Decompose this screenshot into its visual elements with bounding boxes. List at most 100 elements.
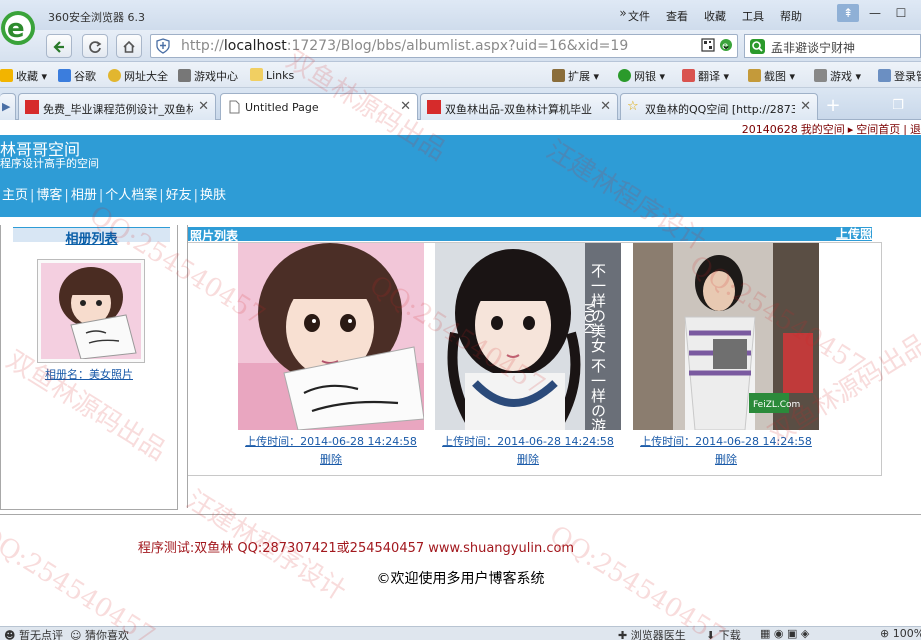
search-engine-icon[interactable] (750, 39, 765, 54)
photo-1-meta: 上传时间：2014-06-28 14:24:58 删除 (238, 433, 424, 467)
status-doctor[interactable]: ✚ 浏览器医生 (618, 627, 686, 640)
page-icon (229, 100, 240, 114)
back-button[interactable] (46, 34, 72, 58)
album-list-header[interactable]: 相册列表 (13, 227, 170, 247)
nav-friends[interactable]: 好友 (164, 188, 194, 203)
photo-3-meta: 上传时间：2014-06-28 14:24:58 删除 (633, 433, 819, 467)
status-recommend[interactable]: ☺ 猜你喜欢 (70, 627, 129, 640)
photo-2[interactable]: 不一样の美女 不一样の游戏 MOKI (435, 243, 621, 430)
home-button[interactable] (116, 34, 142, 58)
tab-scroll-left[interactable]: ▶ (0, 93, 16, 120)
tab-bar: ▶ 免费_毕业课程范例设计_双鱼林 ✕ Untitled Page ✕ 双鱼林出… (0, 88, 921, 120)
nav-album[interactable]: 相册 (69, 188, 99, 203)
site-favicon-icon (427, 100, 441, 114)
chevron-right-icon[interactable]: » (612, 4, 634, 22)
album-name-link[interactable]: 相册名：美女照片 (19, 366, 159, 382)
photo-overlay-text: 不一样の美女 不一样の游戏 (589, 263, 607, 430)
footer-divider (0, 514, 921, 515)
site-subtitle: 程序设计高手的空间 (0, 157, 99, 170)
delete-link[interactable]: 删除 (238, 451, 424, 467)
photo-2-meta: 上传时间：2014-06-28 14:24:58 删除 (435, 433, 621, 467)
qrcode-icon[interactable] (701, 38, 715, 52)
refresh-button[interactable] (82, 34, 108, 58)
tool-extensions[interactable]: 扩展 ▾ (552, 68, 599, 84)
menu-help[interactable]: 帮助 (780, 8, 802, 24)
site-favicon-icon (25, 100, 39, 114)
browser-titlebar: 360安全浏览器 6.3 文件 查看 收藏 工具 帮助 » ⇞ — ☐ (0, 0, 921, 30)
fav-google[interactable]: 谷歌 (58, 68, 96, 84)
upload-photo-link[interactable]: 上传照 (836, 225, 872, 242)
footer-welcome: ©欢迎使用多用户博客系统 (376, 571, 545, 587)
fav-links[interactable]: Links (250, 68, 294, 82)
bank-icon (618, 69, 631, 82)
tab-2-active[interactable]: Untitled Page ✕ (220, 93, 418, 120)
minimize-button[interactable]: — (864, 4, 886, 22)
browser-menu: 文件 查看 收藏 工具 帮助 (628, 8, 818, 24)
tool-bank[interactable]: 网银 ▾ (618, 68, 665, 84)
skin-icon[interactable]: ⇞ (837, 4, 859, 22)
back-arrow-icon (53, 40, 64, 53)
fav-site-nav[interactable]: 网址大全 (108, 68, 168, 84)
footer-credits: 程序测试:双鱼林 QQ:287307421或254540457 www.shua… (137, 541, 575, 556)
page-topline: 20140628 我的空间 ▸ 空间首页 | 退 (0, 120, 921, 136)
star-icon (0, 69, 13, 82)
search-input[interactable]: 孟非避谈宁财神 (771, 39, 855, 56)
address-bar[interactable]: http://localhost:17273/Blog/bbs/albumlis… (150, 34, 738, 58)
new-tab-button[interactable]: + (821, 96, 845, 118)
tool-translate[interactable]: 翻译 ▾ (682, 68, 729, 84)
tool-games[interactable]: 游戏 ▾ (814, 68, 861, 84)
album-panel: 相册列表 相册名：美女照片 (0, 225, 178, 510)
address-dropdown-icon[interactable]: ⌄ (715, 34, 737, 58)
tab-3[interactable]: 双鱼林出品-双鱼林计算机毕业 ✕ (420, 93, 618, 120)
upload-time-link[interactable]: 上传时间：2014-06-28 14:24:58 (435, 433, 621, 449)
delete-link[interactable]: 删除 (435, 451, 621, 467)
photo-1[interactable] (238, 243, 424, 430)
menu-view[interactable]: 查看 (666, 8, 688, 24)
login-icon (878, 69, 891, 82)
fav-collect[interactable]: 收藏 ▾ (0, 68, 47, 84)
site-banner: 林哥哥空间 程序设计高手的空间 主页 | 博客 | 相册 | 个人档案 | 好友 | 换肤 (0, 135, 921, 217)
close-icon[interactable]: ✕ (600, 99, 611, 114)
scissors-icon (748, 69, 761, 82)
nav-blog[interactable]: 博客 (34, 188, 64, 203)
tool-login[interactable]: 登录管 (878, 68, 921, 84)
url-text: http://localhost:17273/Blog/bbs/albumlis… (181, 38, 629, 54)
upload-time-link[interactable]: 上传时间：2014-06-28 14:24:58 (238, 433, 424, 449)
search-box[interactable]: 孟非避谈宁财神 (744, 34, 921, 58)
nav-profile[interactable]: 个人档案 (103, 188, 159, 203)
photo-grid: 上传时间：2014-06-28 14:24:58 删除 不一样の美女 不一样の游… (188, 242, 882, 476)
maximize-button[interactable]: ☐ (890, 4, 912, 22)
photo-3[interactable]: FeiZL.Com (633, 243, 819, 430)
photo-list-header: 照片列表 上传照 (188, 225, 872, 243)
nav-skin[interactable]: 换肤 (198, 188, 228, 203)
gamepad-icon (178, 69, 191, 82)
status-comment[interactable]: ☻ 暂无点评 (4, 627, 63, 640)
tool-screenshot[interactable]: 截图 ▾ (748, 68, 795, 84)
album-cover[interactable] (37, 259, 145, 363)
photo-panel: 照片列表 上传照 上传时间：2014-06-28 14:24:58 删除 不一样… (187, 225, 917, 508)
star-icon: ☆ (627, 99, 639, 114)
status-zoom[interactable]: ⊕ 100% (880, 627, 921, 640)
photo-image: 不一样の美女 不一样の游戏 MOKI (435, 243, 621, 430)
photo-overlay-side-text: MOKI (582, 303, 596, 334)
status-bar: ☻ 暂无点评 ☺ 猜你喜欢 ✚ 浏览器医生 ⬇ 下载 ▦ ◉ ▣ ◈ ⊕ 100… (0, 626, 921, 640)
home-icon (123, 40, 135, 53)
nav-home[interactable]: 主页 (0, 188, 30, 203)
tab-4[interactable]: ☆ 双鱼林的QQ空间 [http://2873 ✕ (620, 93, 818, 120)
upload-time-link[interactable]: 上传时间：2014-06-28 14:24:58 (633, 433, 819, 449)
close-icon[interactable]: ✕ (800, 99, 811, 114)
tab-1[interactable]: 免费_毕业课程范例设计_双鱼林 ✕ (18, 93, 216, 120)
browser-navbar: http://localhost:17273/Blog/bbs/albumlis… (0, 30, 921, 62)
close-icon[interactable]: ✕ (400, 99, 411, 114)
menu-favorites[interactable]: 收藏 (704, 8, 726, 24)
sites-icon (108, 69, 121, 82)
delete-link[interactable]: 删除 (633, 451, 819, 467)
game-icon (814, 69, 827, 82)
menu-tools[interactable]: 工具 (742, 8, 764, 24)
tab-menu-icon[interactable]: ❐ (886, 96, 910, 118)
fav-game-center[interactable]: 游戏中心 (178, 68, 238, 84)
main-nav: 主页 | 博客 | 相册 | 个人档案 | 好友 | 换肤 (0, 188, 228, 203)
status-download[interactable]: ⬇ 下载 (706, 627, 741, 640)
close-icon[interactable]: ✕ (198, 99, 209, 114)
status-tools-icon[interactable]: ▦ ◉ ▣ ◈ (760, 627, 809, 640)
